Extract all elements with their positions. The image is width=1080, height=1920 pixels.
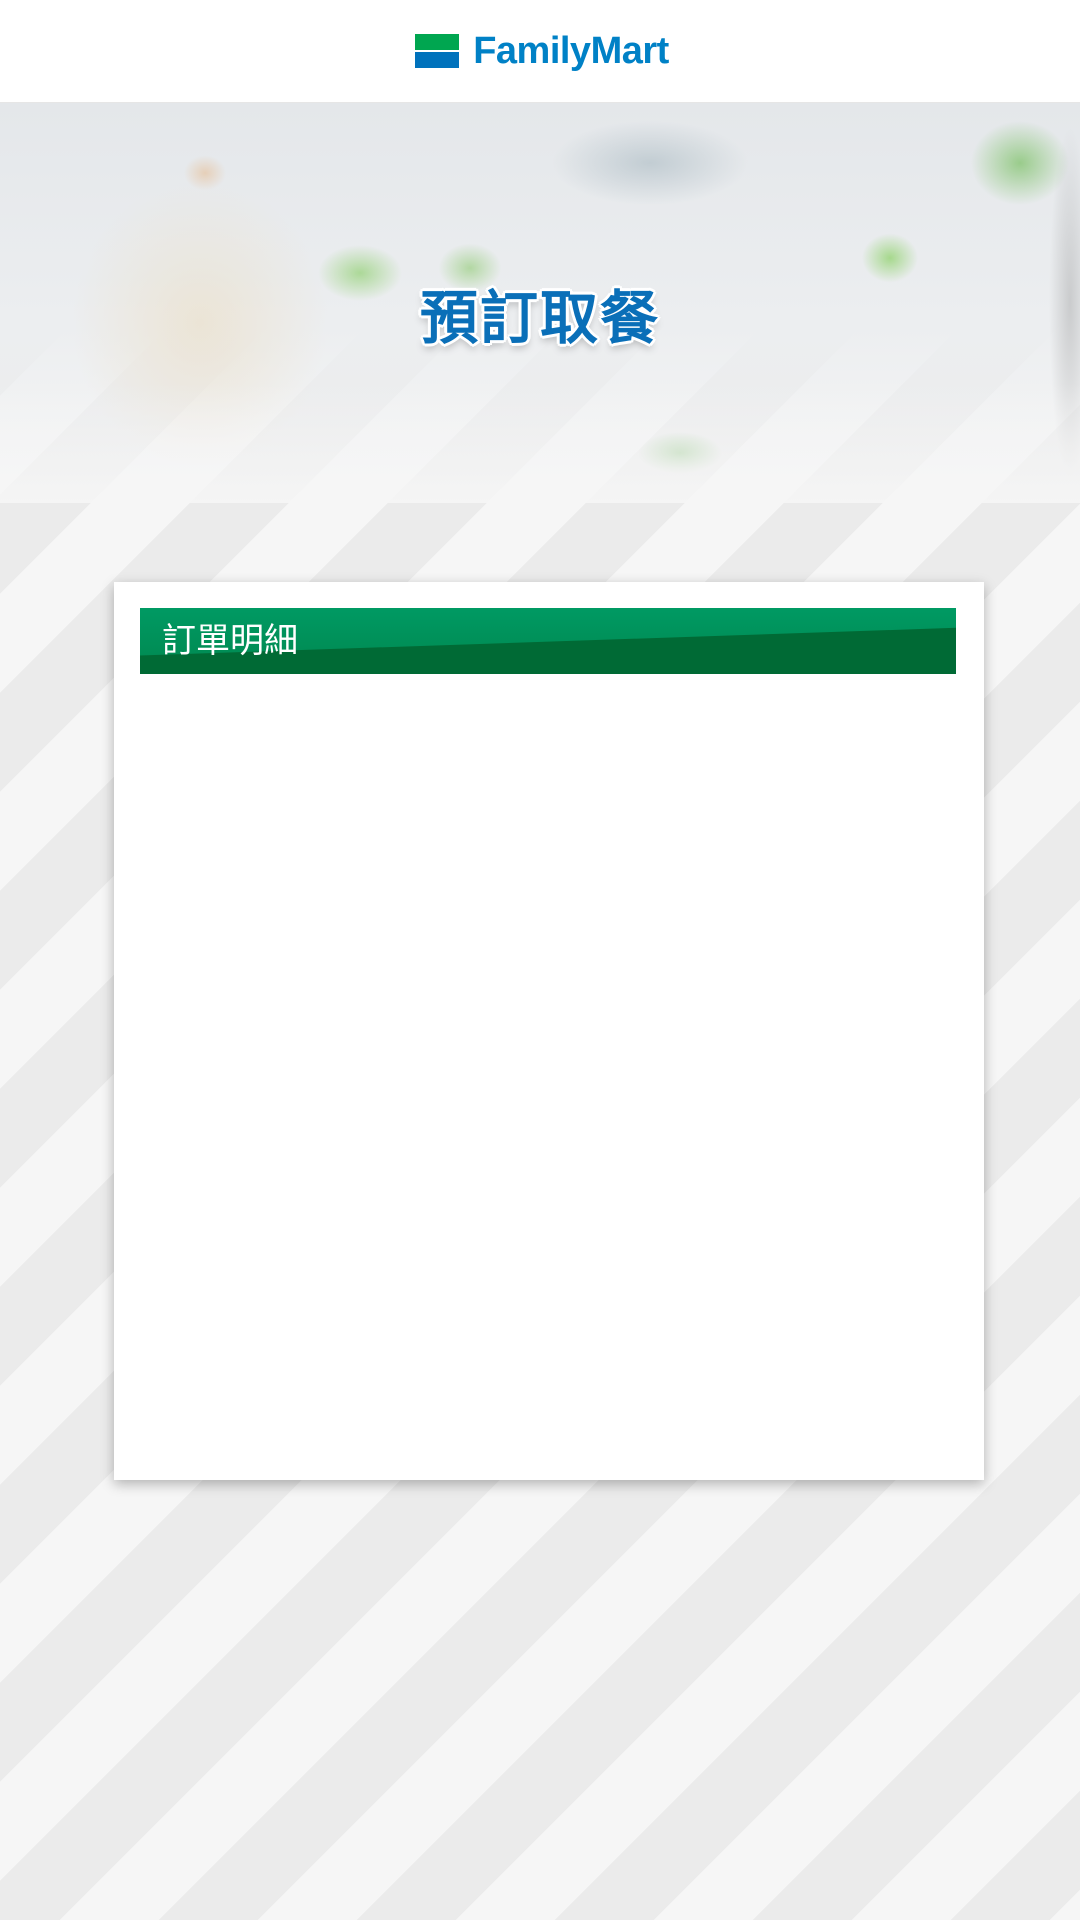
familymart-logo[interactable]: FamilyMart: [415, 30, 669, 73]
order-details-content: [140, 674, 956, 1454]
order-details-header: 訂單明細: [140, 608, 956, 674]
top-header: FamilyMart: [0, 0, 1080, 103]
brand-name: FamilyMart: [473, 29, 669, 72]
hero-banner: 預訂取餐: [0, 103, 1080, 503]
familymart-logo-icon: [415, 34, 460, 68]
page-title: 預訂取餐: [419, 284, 660, 352]
order-details-card: 訂單明細: [114, 582, 984, 1480]
order-details-title: 訂單明細: [162, 621, 298, 661]
